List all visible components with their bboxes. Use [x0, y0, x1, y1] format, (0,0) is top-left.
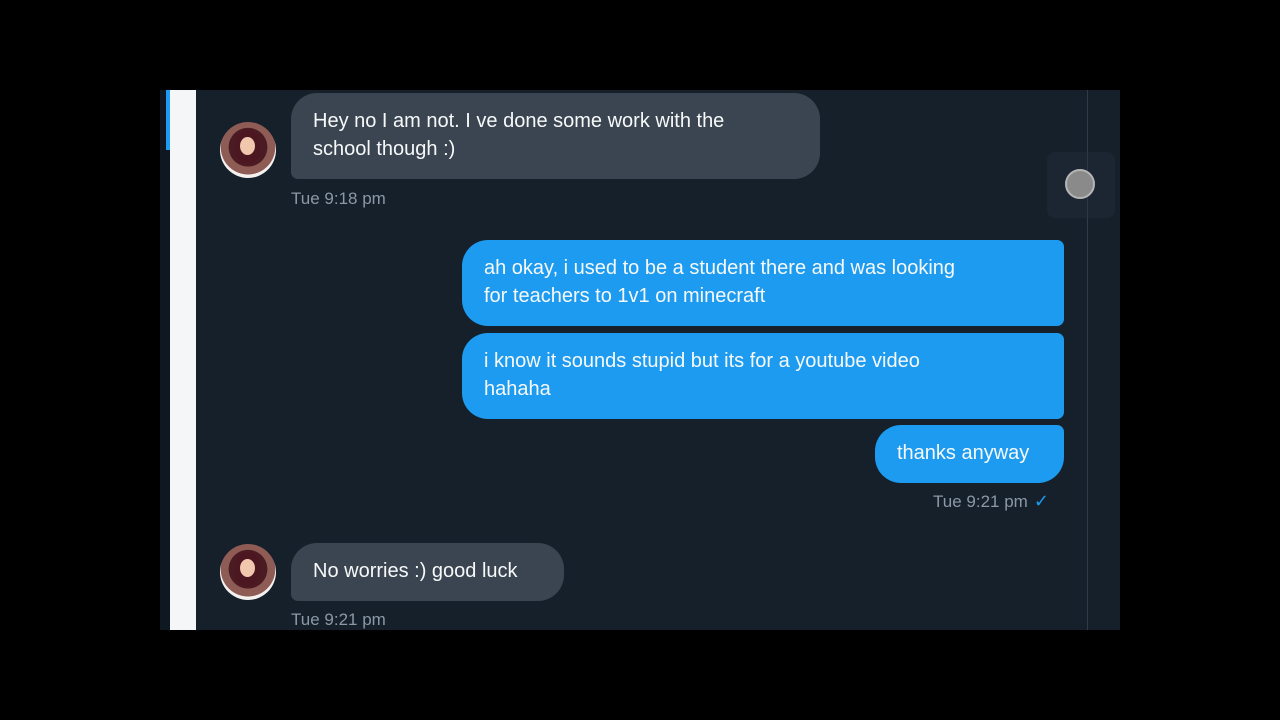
timestamp-text: Tue 9:21 pm — [933, 492, 1028, 511]
message-line: hahaha — [484, 378, 551, 400]
chat-screen: Hey no I am not. I ve done some work wit… — [160, 90, 1120, 630]
message-line: No worries :) good luck — [313, 560, 518, 582]
message-line: school though :) — [313, 138, 456, 160]
message-line: i know it sounds stupid but its for a yo… — [484, 350, 920, 372]
checkmark-icon: ✓ — [1033, 491, 1049, 511]
message-line: for teachers to 1v1 on minecraft — [484, 285, 766, 307]
sidebar-panel — [170, 90, 196, 630]
message-line: thanks anyway — [897, 442, 1030, 464]
outgoing-message-bubble: ah okay, i used to be a student there an… — [462, 240, 1064, 326]
outgoing-message-bubble: thanks anyway — [875, 425, 1064, 483]
sender-avatar[interactable] — [220, 544, 276, 600]
scroll-control[interactable] — [1047, 152, 1115, 218]
message-timestamp: Tue 9:21 pm ✓ — [933, 490, 1049, 513]
message-line: Hey no I am not. I ve done some work wit… — [313, 110, 725, 132]
message-timestamp: Tue 9:18 pm — [291, 189, 386, 208]
scroll-knob-icon[interactable] — [1065, 169, 1095, 199]
outgoing-message-bubble: i know it sounds stupid but its for a yo… — [462, 333, 1064, 419]
incoming-message-bubble: No worries :) good luck — [291, 543, 564, 601]
message-timestamp: Tue 9:21 pm — [291, 610, 386, 629]
sender-avatar[interactable] — [220, 122, 276, 178]
message-line: ah okay, i used to be a student there an… — [484, 257, 956, 279]
incoming-message-bubble: Hey no I am not. I ve done some work wit… — [291, 93, 820, 179]
sidebar-rail — [160, 90, 196, 630]
